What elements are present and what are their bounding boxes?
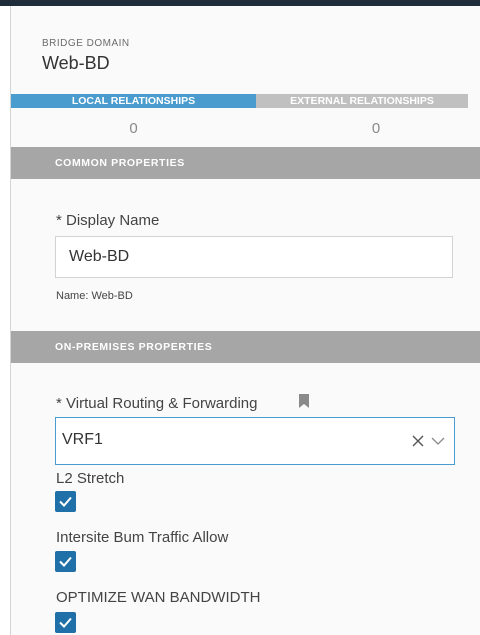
clear-icon[interactable] <box>408 431 428 451</box>
chevron-down-icon[interactable] <box>428 431 448 451</box>
l2-stretch-label: L2 Stretch <box>56 470 125 487</box>
intersite-bum-label: Intersite Bum Traffic Allow <box>56 529 229 546</box>
l2-stretch-checkbox[interactable] <box>55 491 76 512</box>
vrf-select[interactable]: VRF1 <box>55 417 455 465</box>
display-name-hint: Name: Web-BD <box>56 290 133 302</box>
intersite-bum-checkbox[interactable] <box>55 551 76 572</box>
object-type-label: BRIDGE DOMAIN <box>42 38 130 49</box>
checkmark-icon <box>59 496 72 507</box>
vrf-select-value: VRF1 <box>62 431 103 448</box>
tab-local-label: LOCAL RELATIONSHIPS <box>71 95 196 107</box>
checkmark-icon <box>59 556 72 567</box>
section-common-title: COMMON PROPERTIES <box>55 157 185 169</box>
section-onprem-title: ON-PREMISES PROPERTIES <box>55 341 213 353</box>
tab-external-relationships[interactable]: EXTERNAL RELATIONSHIPS <box>256 94 468 108</box>
vrf-label: * Virtual Routing & Forwarding <box>56 395 258 412</box>
external-relationships-count: 0 <box>371 120 381 137</box>
optimize-wan-label: OPTIMIZE WAN BANDWIDTH <box>56 589 261 606</box>
bookmark-icon <box>299 394 309 408</box>
optimize-wan-checkbox[interactable] <box>55 612 76 633</box>
section-onprem-properties: ON-PREMISES PROPERTIES <box>11 331 480 363</box>
section-common-properties: COMMON PROPERTIES <box>11 147 480 179</box>
tab-external-label: EXTERNAL RELATIONSHIPS <box>290 95 434 107</box>
object-name: Web-BD <box>42 53 110 73</box>
tab-local-relationships[interactable]: LOCAL RELATIONSHIPS <box>11 94 256 108</box>
local-relationships-count: 0 <box>129 120 138 137</box>
checkmark-icon <box>59 617 72 628</box>
display-name-input[interactable] <box>55 236 453 278</box>
display-name-label: * Display Name <box>56 212 160 229</box>
